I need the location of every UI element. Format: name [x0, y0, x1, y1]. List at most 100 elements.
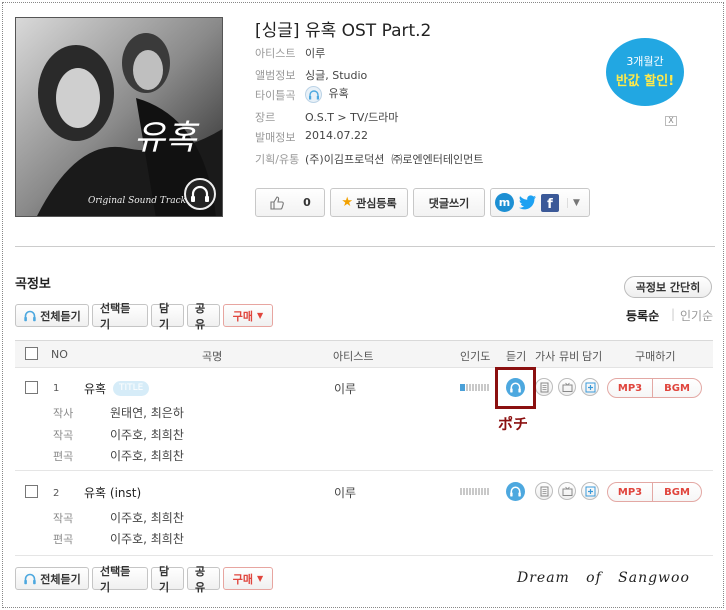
popularity-bar	[460, 384, 490, 391]
row-divider	[15, 470, 713, 471]
lyrics-button[interactable]	[535, 482, 553, 500]
play-all-button[interactable]: 전체듣기	[15, 304, 89, 327]
add-button[interactable]: 담기	[151, 302, 184, 331]
title-song-link[interactable]: 유혹	[329, 87, 349, 100]
play-selected-button[interactable]: 선택듣기	[92, 302, 148, 331]
meta-genre-link[interactable]: O.S.T > TV/드라마	[305, 109, 398, 125]
credit-names[interactable]: 원태연, 최은하	[110, 404, 184, 421]
mv-button[interactable]	[558, 482, 576, 500]
like-count: 0	[303, 196, 311, 209]
mv-button[interactable]	[558, 378, 576, 396]
toggle-song-info-label: 곡정보 간단히	[635, 281, 701, 294]
lyrics-icon	[540, 486, 549, 497]
add-to-playlist-button[interactable]	[581, 378, 599, 396]
listen-button[interactable]	[506, 482, 525, 501]
select-all-checkbox[interactable]	[25, 347, 38, 360]
toggle-song-info-button[interactable]: 곡정보 간단히	[624, 276, 712, 298]
sort-by-date[interactable]: 등록순	[626, 307, 659, 324]
play-selected-button[interactable]: 선택듣기	[92, 565, 148, 594]
row-checkbox[interactable]	[25, 485, 38, 498]
artist-link[interactable]: 이루	[334, 380, 356, 397]
more-share-dropdown[interactable]: ▼	[567, 197, 580, 208]
artist-link[interactable]: 이루	[334, 484, 356, 501]
buy-dropdown-button[interactable]: 구매 ▼	[223, 567, 273, 590]
album-cover[interactable]: 유혹 Original Sound Track	[15, 17, 223, 217]
like-button[interactable]: 0	[255, 188, 325, 217]
promo-banner[interactable]: 3개월간 반값 할인!	[606, 38, 684, 106]
add-button[interactable]: 담기	[151, 565, 184, 594]
buy-bgm-button[interactable]: BGM	[652, 482, 702, 502]
play-all-button[interactable]: 전체듣기	[15, 567, 89, 590]
headphone-icon	[24, 573, 36, 584]
headphone-icon	[24, 310, 36, 321]
favorite-button[interactable]: ★ 관심등록	[330, 188, 408, 217]
thumbs-up-icon	[270, 195, 285, 210]
twitter-icon[interactable]	[518, 193, 537, 212]
credit-role: 편곡	[53, 533, 74, 546]
row-divider	[15, 555, 713, 556]
play-all-label: 전체듣기	[40, 309, 81, 323]
title-badge: TITLE	[113, 381, 150, 396]
headphone-icon[interactable]	[305, 85, 322, 103]
ad-close-icon[interactable]: X	[665, 116, 677, 126]
credit-names[interactable]: 이주호, 최희찬	[110, 509, 184, 526]
buy-dropdown-button[interactable]: 구매 ▼	[223, 304, 273, 327]
meta-key: 타이틀곡	[255, 89, 296, 102]
song-title-link[interactable]: 유혹	[84, 380, 106, 397]
row-number: 2	[53, 488, 60, 499]
buy-bgm-button[interactable]: BGM	[652, 378, 702, 398]
signature-watermark: Dream of Sangwoo	[517, 570, 690, 586]
section-divider	[15, 246, 715, 247]
popularity-fill	[460, 384, 465, 391]
meta-artist-link[interactable]: 이루	[305, 45, 325, 61]
song-title-link[interactable]: 유혹 (inst)	[84, 484, 141, 501]
row-number: 1	[53, 383, 60, 394]
meta-key: 장르	[255, 111, 276, 124]
meta-value: 2014.07.22	[305, 129, 368, 142]
header-lyrics: 가사	[535, 350, 556, 363]
header-popularity: 인기도	[460, 350, 491, 363]
share-button[interactable]: 공유	[187, 565, 220, 594]
comment-button[interactable]: 댓글쓰기	[413, 188, 485, 217]
promo-line2: 반값 할인!	[615, 74, 675, 89]
facebook-icon[interactable]: f	[541, 193, 559, 212]
song-toolbar-top: 전체듣기 선택듣기 담기 공유 구매 ▼	[15, 302, 273, 331]
lyrics-button[interactable]	[535, 378, 553, 396]
comment-label: 댓글쓰기	[428, 196, 470, 210]
buy-mp3-button[interactable]: MP3	[607, 378, 653, 398]
star-icon: ★	[341, 195, 354, 210]
credit-names[interactable]: 이주호, 최희찬	[110, 426, 184, 443]
add-icon	[585, 382, 596, 393]
buy-mp3-button[interactable]: MP3	[607, 482, 653, 502]
credit-role: 편곡	[53, 450, 74, 463]
song-toolbar-bottom: 전체듣기 선택듣기 담기 공유 구매 ▼	[15, 565, 273, 594]
me2day-icon[interactable]: m	[495, 193, 514, 212]
header-no: NO	[51, 348, 68, 361]
share-bar: m f ▼	[490, 188, 590, 217]
sort-by-popularity[interactable]: 인기순	[680, 307, 713, 324]
popularity-bar	[460, 488, 490, 495]
tv-icon	[562, 486, 573, 496]
add-to-playlist-button[interactable]	[581, 482, 599, 500]
meta-value: (주)이김프로덕션 ㈜로엔엔터테인먼트	[305, 153, 484, 166]
chevron-down-icon: ▼	[257, 311, 264, 320]
headphone-icon	[191, 185, 209, 202]
share-button[interactable]: 공유	[187, 302, 220, 331]
meta-title-song-value: 유혹	[305, 85, 349, 103]
annotation-label: ポチ	[498, 415, 529, 433]
header-listen: 듣기	[506, 350, 527, 363]
credit-names[interactable]: 이주호, 최희찬	[110, 530, 184, 547]
sort-separator: |	[671, 307, 676, 321]
row-checkbox[interactable]	[25, 381, 38, 394]
header-add: 담기	[582, 350, 603, 363]
cover-title: 유혹	[134, 118, 197, 158]
credit-names[interactable]: 이주호, 최희찬	[110, 447, 184, 464]
meta-key: 앨범정보	[255, 69, 296, 82]
table-header: NO 곡명 아티스트 인기도 듣기 가사 뮤비 담기 구매하기	[15, 340, 713, 368]
cover-play-button[interactable]	[184, 178, 216, 210]
buy-label: 구매	[232, 309, 254, 323]
meta-key: 기획/유통	[255, 153, 300, 166]
meta-key: 아티스트	[255, 47, 296, 60]
add-icon	[585, 486, 596, 497]
credit-role: 작곡	[53, 429, 74, 442]
